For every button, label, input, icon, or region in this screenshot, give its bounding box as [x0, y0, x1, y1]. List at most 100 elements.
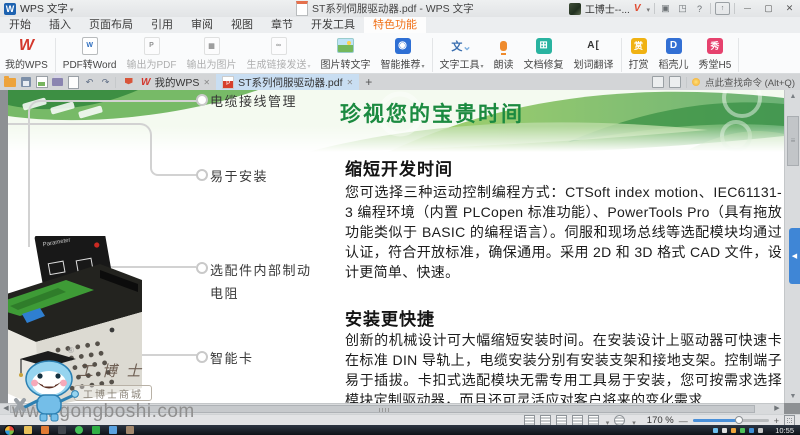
close-button[interactable]	[781, 2, 798, 15]
document-tabbar: ↶ ↷ W 我的WPS ✕ ST系列伺服驱动器.pdf ✕ + 点此查找命令 (…	[0, 74, 800, 90]
help-icon[interactable]: ?	[693, 3, 706, 15]
window-title: ST系列伺服驱动器.pdf - WPS 文字	[296, 0, 474, 17]
share-link-icon: ∞	[271, 37, 287, 55]
tray-icon[interactable]	[713, 428, 718, 433]
export-pdf-button[interactable]: P 输出为PDF	[122, 36, 182, 71]
taskbar-app-7[interactable]	[126, 426, 134, 434]
tab-section[interactable]: 章节	[262, 17, 302, 33]
titlebar: W WPS 文字 ST系列伺服驱动器.pdf - WPS 文字 工博士--...…	[0, 0, 800, 17]
user-avatar[interactable]	[569, 3, 581, 15]
scroll-down-icon[interactable]: ▼	[785, 390, 800, 403]
tray-icon[interactable]	[722, 428, 727, 433]
close-tab-icon[interactable]: ✕	[203, 78, 210, 87]
vip-badge[interactable]: V	[634, 3, 641, 14]
taskbar-app-4[interactable]	[75, 426, 83, 434]
scroll-right-icon[interactable]: ▶	[771, 404, 783, 414]
section-heading: 安装更快捷	[345, 305, 782, 330]
text-tools-button[interactable]: 文⌄ 文字工具	[435, 36, 489, 71]
new-tab-button[interactable]: +	[365, 75, 372, 89]
divider	[55, 38, 56, 72]
wps-logo-icon[interactable]: W	[4, 3, 16, 15]
account-caret-icon[interactable]	[644, 3, 650, 15]
smart-recommend-button[interactable]: ◉ 智能推荐	[376, 36, 430, 71]
document-area: 珍视您的宝贵时间 电缆接线管理 易于安装 选配件内部制动电阻 智能卡 Param…	[0, 90, 800, 403]
lightbulb-icon	[692, 78, 700, 86]
tray-icon[interactable]	[749, 428, 754, 433]
callout-label: 易于安装	[210, 166, 268, 185]
grid-icon[interactable]	[669, 76, 681, 88]
gongboshi-mascot	[12, 348, 92, 422]
maximize-button[interactable]	[760, 2, 777, 15]
scroll-up-icon[interactable]: ▲	[785, 90, 800, 103]
tab-developer[interactable]: 开发工具	[302, 17, 364, 33]
clock[interactable]: 10:55	[775, 426, 794, 435]
taskbar-app-folder[interactable]	[24, 426, 32, 434]
ribbon: W 我的WPS W PDF转Word P 输出为PDF ▦ 输出为图片 ∞ 生成…	[0, 33, 800, 74]
pdf-page: 珍视您的宝贵时间 电缆接线管理 易于安装 选配件内部制动电阻 智能卡 Param…	[8, 90, 784, 403]
divider	[432, 38, 433, 72]
taskbar-app-5[interactable]	[92, 426, 100, 434]
doc-tab-my-wps[interactable]: W 我的WPS ✕	[135, 74, 216, 90]
translate-icon: A[	[587, 40, 600, 51]
app-menu-caret-icon[interactable]	[68, 3, 74, 15]
export-pdf-icon: P	[144, 37, 160, 55]
skin-icon[interactable]: ▣	[659, 3, 672, 15]
tab-special-features[interactable]: 特色功能	[364, 17, 426, 33]
system-tray: 10:55	[713, 426, 800, 435]
tab-review[interactable]: 审阅	[182, 17, 222, 33]
tab-home[interactable]: 开始	[0, 17, 40, 33]
read-aloud-button[interactable]: 朗读	[489, 36, 519, 71]
collapse-ribbon-icon[interactable]: ↑	[715, 2, 730, 15]
divider	[654, 3, 655, 14]
zoom-slider-thumb[interactable]	[735, 416, 743, 424]
find-command-hint[interactable]: 点此查找命令 (Alt+Q)	[705, 75, 795, 89]
redo-icon[interactable]: ↷	[99, 76, 112, 88]
export-icon[interactable]	[35, 76, 48, 88]
tray-icon[interactable]	[740, 428, 745, 433]
tray-icon[interactable]	[758, 428, 763, 433]
print-preview-icon[interactable]	[67, 76, 80, 88]
save-icon[interactable]	[19, 76, 32, 88]
image-to-text-button[interactable]: 图片转文字	[316, 36, 376, 71]
open-folder-icon[interactable]	[3, 76, 16, 88]
export-image-icon: ▦	[204, 37, 220, 55]
export-image-button[interactable]: ▦ 输出为图片	[182, 36, 242, 71]
pdf-to-word-icon: W	[82, 37, 98, 55]
my-wps-button[interactable]: W 我的WPS	[0, 36, 53, 71]
section-body: 创新的机械设计可大幅缩短安装时间。在安装设计上驱动器可快速卡在标准 DIN 导轨…	[345, 330, 782, 403]
doc-repair-button[interactable]: ⊞ 文档修复	[519, 36, 569, 71]
taskbar-app-3[interactable]	[58, 426, 66, 434]
zoom-slider[interactable]	[693, 419, 769, 422]
callout-label: 选配件内部制动电阻	[210, 259, 322, 305]
docer-button[interactable]: D 稻壳儿	[654, 36, 694, 71]
tray-icon[interactable]	[731, 428, 736, 433]
quickbar-customize-icon[interactable]	[122, 76, 135, 88]
print-icon[interactable]	[51, 76, 64, 88]
tab-references[interactable]: 引用	[142, 17, 182, 33]
side-panel-handle[interactable]: ◀	[789, 228, 800, 284]
tab-view[interactable]: 视图	[222, 17, 262, 33]
tab-insert[interactable]: 插入	[40, 17, 80, 33]
minimize-button[interactable]	[739, 2, 756, 15]
share-link-button[interactable]: ∞ 生成链接发送	[242, 36, 316, 71]
zoom-out-button[interactable]: —	[679, 416, 688, 426]
user-name[interactable]: 工博士--...	[585, 1, 630, 16]
medal-icon: ◉	[395, 38, 411, 54]
taskbar-app-2[interactable]	[41, 426, 49, 434]
start-button[interactable]	[4, 425, 15, 435]
file-icon[interactable]	[652, 76, 664, 88]
vertical-scroll-thumb[interactable]	[787, 116, 799, 166]
divider	[686, 77, 687, 88]
doc-tab-pdf[interactable]: ST系列伺服驱动器.pdf ✕	[216, 74, 359, 90]
repair-icon: ⊞	[536, 38, 552, 54]
zoom-in-button[interactable]: +	[774, 416, 779, 426]
pdf-to-word-button[interactable]: W PDF转Word	[58, 36, 122, 71]
word-translate-button[interactable]: A[ 划词翻译	[569, 36, 619, 71]
xiutang-h5-button[interactable]: 秀 秀堂H5	[694, 36, 737, 71]
close-tab-icon[interactable]: ✕	[347, 78, 354, 87]
taskbar-app-6[interactable]	[109, 426, 117, 434]
reward-button[interactable]: 赏 打赏	[624, 36, 654, 71]
undo-icon[interactable]: ↶	[83, 76, 96, 88]
shop-bag-icon[interactable]: ◳	[676, 3, 689, 15]
tab-page-layout[interactable]: 页面布局	[80, 17, 142, 33]
